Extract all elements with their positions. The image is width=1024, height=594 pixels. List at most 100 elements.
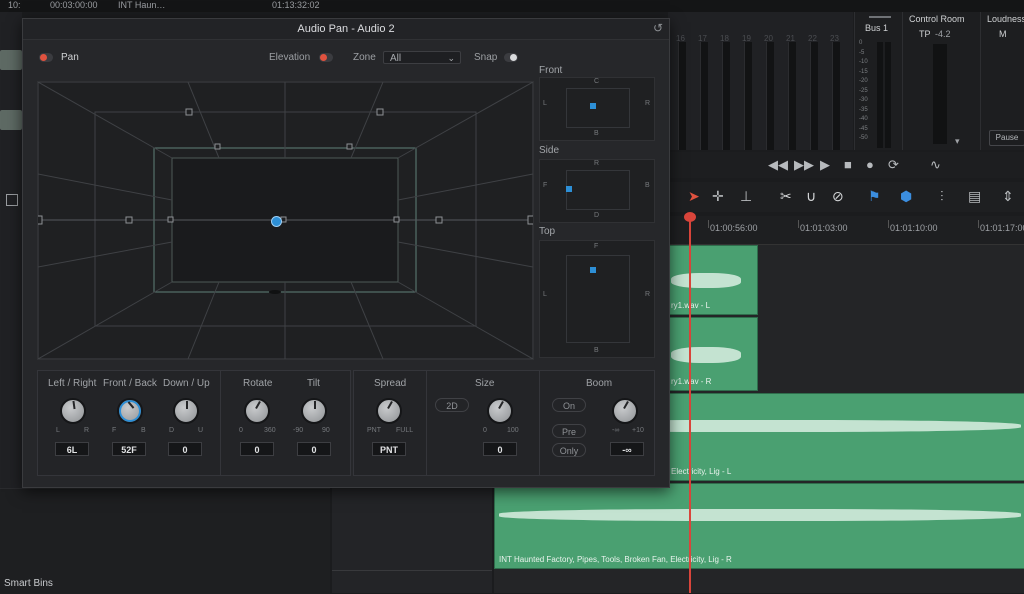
loop-icon[interactable]: ⟳ — [888, 157, 899, 173]
pause-button[interactable]: Pause — [989, 130, 1024, 146]
blade-icon[interactable]: ✂ — [780, 188, 792, 205]
trim-icon[interactable]: ⊥ — [740, 188, 752, 205]
reset-icon[interactable]: ↺ — [653, 21, 663, 35]
front-view-label: Front — [539, 65, 563, 76]
boom-on-button[interactable]: On — [552, 398, 586, 412]
zoom-icon[interactable]: ⇕ — [1002, 188, 1014, 205]
side-puck[interactable] — [566, 186, 572, 192]
front-view[interactable]: C L R B — [539, 77, 655, 141]
view-tick: R — [594, 160, 600, 167]
panel-toggle-icon[interactable] — [6, 194, 18, 206]
left-right-label: Left / Right — [48, 378, 97, 389]
view-tick: C — [594, 78, 600, 85]
bus-meters: Bus 1 0 -5 -10 -15 -20 -25 -30 -35 -40 -45 -50 Con… — [854, 12, 1024, 150]
rotation-controls: Rotate 0 360 0 Tilt -90 90 0 — [220, 370, 351, 476]
left-right-knob[interactable] — [60, 398, 86, 424]
snap-label: Snap — [474, 52, 498, 63]
knob-min: PNT — [367, 427, 381, 434]
automation-icon[interactable]: ∿ — [930, 157, 941, 173]
transport-controls: ◀◀ ▶▶ ▶ ■ ● ⟳ ∿ — [668, 152, 1024, 178]
link-icon[interactable]: ⊘ — [832, 188, 844, 205]
marker-icon[interactable]: ⬢ — [900, 188, 912, 205]
front-puck[interactable] — [590, 103, 596, 109]
knob-max: +10 — [632, 427, 644, 434]
flag-icon[interactable]: ⚑ — [868, 188, 881, 205]
waveform-zoom-icon[interactable]: ⫶ — [940, 188, 944, 205]
clip-label: Electricity, Lig - L — [671, 467, 732, 476]
knob-max: 360 — [264, 427, 276, 434]
zone-value: All — [390, 53, 402, 64]
size-2d-button[interactable]: 2D — [435, 398, 469, 412]
size-value[interactable]: 0 — [483, 442, 517, 456]
rotate-knob[interactable] — [244, 398, 270, 424]
record-icon[interactable]: ● — [866, 157, 874, 172]
playhead[interactable] — [689, 214, 691, 593]
boom-pre-button[interactable]: Pre — [552, 424, 586, 438]
pan-toggle[interactable] — [39, 53, 53, 62]
front-back-value[interactable]: 52F — [112, 442, 146, 456]
knob-max: 100 — [507, 427, 519, 434]
front-back-knob[interactable] — [117, 398, 143, 424]
view-tick: R — [645, 100, 651, 107]
fast-forward-icon[interactable]: ▶▶ — [794, 157, 814, 173]
elevation-toggle[interactable] — [319, 53, 333, 62]
selection-pointer-icon[interactable]: ➤ — [688, 188, 700, 205]
audio-clip[interactable]: ry1.wav - L — [666, 245, 758, 315]
playhead-handle[interactable] — [684, 212, 696, 222]
down-up-label: Down / Up — [163, 378, 210, 389]
spread-label: Spread — [374, 378, 407, 389]
zone-label: Zone — [353, 52, 376, 63]
rotate-label: Rotate — [243, 378, 273, 389]
tilt-value[interactable]: 0 — [297, 442, 331, 456]
meter-scale-label: -10 — [859, 59, 868, 65]
tilt-knob[interactable] — [301, 398, 327, 424]
spread-knob[interactable] — [376, 398, 402, 424]
edit-toolbar: ➤ ✛ ⊥ ✂ ∪ ⊘ ⚑ ⬢ ⫶ ▤ ⇕ — [668, 182, 1024, 212]
pan-label: Pan — [61, 52, 79, 63]
knob-min: 0 — [239, 427, 243, 434]
down-up-value[interactable]: 0 — [168, 442, 202, 456]
tp-label: TP — [919, 29, 931, 39]
knob-max: FULL — [396, 427, 414, 434]
rotate-value[interactable]: 0 — [240, 442, 274, 456]
tilt-label: Tilt — [307, 378, 320, 389]
size-knob[interactable] — [487, 398, 513, 424]
down-up-knob[interactable] — [173, 398, 199, 424]
track-height-icon[interactable]: ▤ — [968, 188, 981, 205]
boom-value[interactable]: -∞ — [610, 442, 644, 456]
boom-knob[interactable] — [612, 398, 638, 424]
chevron-down-icon: ⌄ — [447, 53, 455, 63]
pan-puck[interactable] — [271, 216, 282, 227]
control-room-label: Control Room — [909, 14, 965, 24]
channel-meters: 16 17 18 19 20 21 22 23 — [668, 12, 853, 150]
left-right-value[interactable]: 6L — [55, 442, 89, 456]
panel-title-bar[interactable]: Audio Pan - Audio 2 ↺ — [23, 19, 669, 40]
zone-select[interactable]: All ⌄ — [383, 51, 461, 64]
track-header-area — [332, 488, 492, 593]
knob-max: 90 — [322, 427, 330, 434]
view-tick: F — [543, 182, 548, 189]
side-view[interactable]: R F B D — [539, 159, 655, 223]
play-icon[interactable]: ▶ — [820, 157, 830, 173]
knob-min: -∞ — [612, 427, 620, 434]
knob-min: 0 — [483, 427, 487, 434]
pan-stage[interactable] — [37, 81, 534, 360]
ruler-timecode: 01:01:10:00 — [890, 223, 938, 233]
top-puck[interactable] — [590, 267, 596, 273]
meter-scale-label: -50 — [859, 135, 868, 141]
audio-clip[interactable]: INT Haunted Factory, Pipes, Tools, Broke… — [494, 483, 1024, 569]
top-view[interactable]: F L R B — [539, 240, 655, 358]
timeline-ruler[interactable]: 01:00:56:00 01:01:03:00 01:01:10:00 01:0… — [668, 216, 1024, 245]
spread-value[interactable]: PNT — [372, 442, 406, 456]
snapping-icon[interactable]: ∪ — [806, 188, 816, 205]
knob-max: B — [141, 427, 146, 434]
chevron-down-icon[interactable]: ▾ — [955, 136, 960, 147]
meter-scale-label: -35 — [859, 106, 868, 113]
boom-only-button[interactable]: Only — [552, 443, 586, 457]
rewind-icon[interactable]: ◀◀ — [768, 157, 788, 173]
stop-icon[interactable]: ■ — [844, 157, 852, 172]
snap-toggle[interactable] — [504, 53, 518, 62]
range-select-icon[interactable]: ✛ — [712, 188, 724, 205]
audio-clip[interactable]: ry1.wav - R — [666, 317, 758, 391]
smart-bins-label[interactable]: Smart Bins — [4, 578, 53, 589]
